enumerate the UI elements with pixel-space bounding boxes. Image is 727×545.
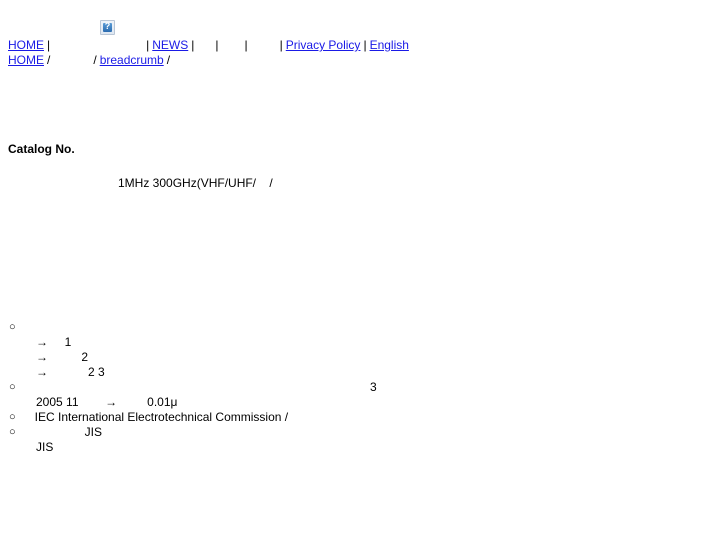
nav-separator: | — [215, 38, 219, 52]
list-subitem-text: 2 — [48, 350, 89, 364]
list-subitem: → 2 3 — [0, 365, 727, 380]
list-item: ○ JIS — [0, 425, 727, 440]
nav-separator: | — [146, 38, 150, 52]
nav-item-english[interactable]: English — [370, 38, 409, 52]
clipped-footer-text — [140, 538, 149, 545]
nav-separator: | — [363, 38, 367, 52]
list-subitem-text: 1 — [48, 335, 72, 349]
circle-bullet-icon: ○ — [9, 381, 16, 393]
list-item-text: IEC International Electrotechnical Commi… — [28, 410, 289, 424]
arrow-icon: → — [36, 335, 48, 349]
arrow-icon: → — [36, 365, 48, 379]
list-subitem: → 2 — [0, 350, 727, 365]
nav-separator: | — [191, 38, 195, 52]
list-item: ○ IEC International Electrotechnical Com… — [0, 410, 727, 425]
list-subitem-text: JIS — [36, 440, 54, 454]
circle-bullet-icon: ○ — [9, 411, 16, 423]
list-subitem: 2005 11 → 0.01μ — [0, 395, 727, 410]
nav-item-news[interactable]: NEWS — [152, 38, 188, 52]
nav-separator: | — [279, 38, 283, 52]
list-subitem: JIS — [0, 440, 727, 455]
list-subitem-text: 2 3 — [48, 365, 105, 379]
list-item: ○ — [0, 320, 727, 335]
feature-bullet-list: ○ → 1 → 2 → 2 3 ○ 3 2005 11 → 0.01μ ○ IEC… — [0, 320, 727, 455]
nav-separator: | — [244, 38, 248, 52]
nav-item-privacy-policy[interactable]: Privacy Policy — [286, 38, 361, 52]
circle-bullet-icon: ○ — [9, 426, 16, 438]
global-nav: HOME | | NEWS | | | | Privacy Policy | English — [8, 38, 727, 53]
breadcrumb-item-home[interactable]: HOME — [8, 53, 44, 67]
breadcrumb-separator: / — [93, 53, 97, 67]
breadcrumb-separator: / — [47, 53, 51, 67]
broken-image-question-mark: ? — [104, 21, 111, 31]
nav-item-home[interactable]: HOME — [8, 38, 44, 52]
catalog-no-heading: Catalog No. — [8, 142, 75, 156]
list-subitem: → 1 — [0, 335, 727, 350]
list-item-right-note: 3 — [370, 380, 377, 394]
breadcrumb-item-current[interactable]: breadcrumb — [100, 53, 164, 67]
broken-image-icon[interactable]: ? — [100, 20, 115, 35]
breadcrumb: HOME / / breadcrumb / — [8, 53, 727, 68]
list-item: ○ 3 — [0, 380, 727, 395]
list-subitem-text: 2005 11 → 0.01μ — [36, 395, 178, 409]
spacer-top — [0, 68, 727, 142]
navigation-wrapper: HOME | | NEWS | | | | Privacy Policy | English HOM… — [0, 38, 727, 68]
arrow-icon: → — [36, 350, 48, 364]
nav-separator: | — [47, 38, 51, 52]
circle-bullet-icon: ○ — [9, 321, 16, 333]
frequency-spec-line: 1MHz 300GHz(VHF/UHF/ / — [118, 176, 273, 190]
spacer-catalog — [0, 156, 727, 176]
logo-area: ? — [0, 0, 727, 38]
list-item-text: JIS — [28, 425, 103, 439]
breadcrumb-separator-trailing: / — [166, 53, 171, 67]
spacer-middle — [0, 190, 727, 320]
